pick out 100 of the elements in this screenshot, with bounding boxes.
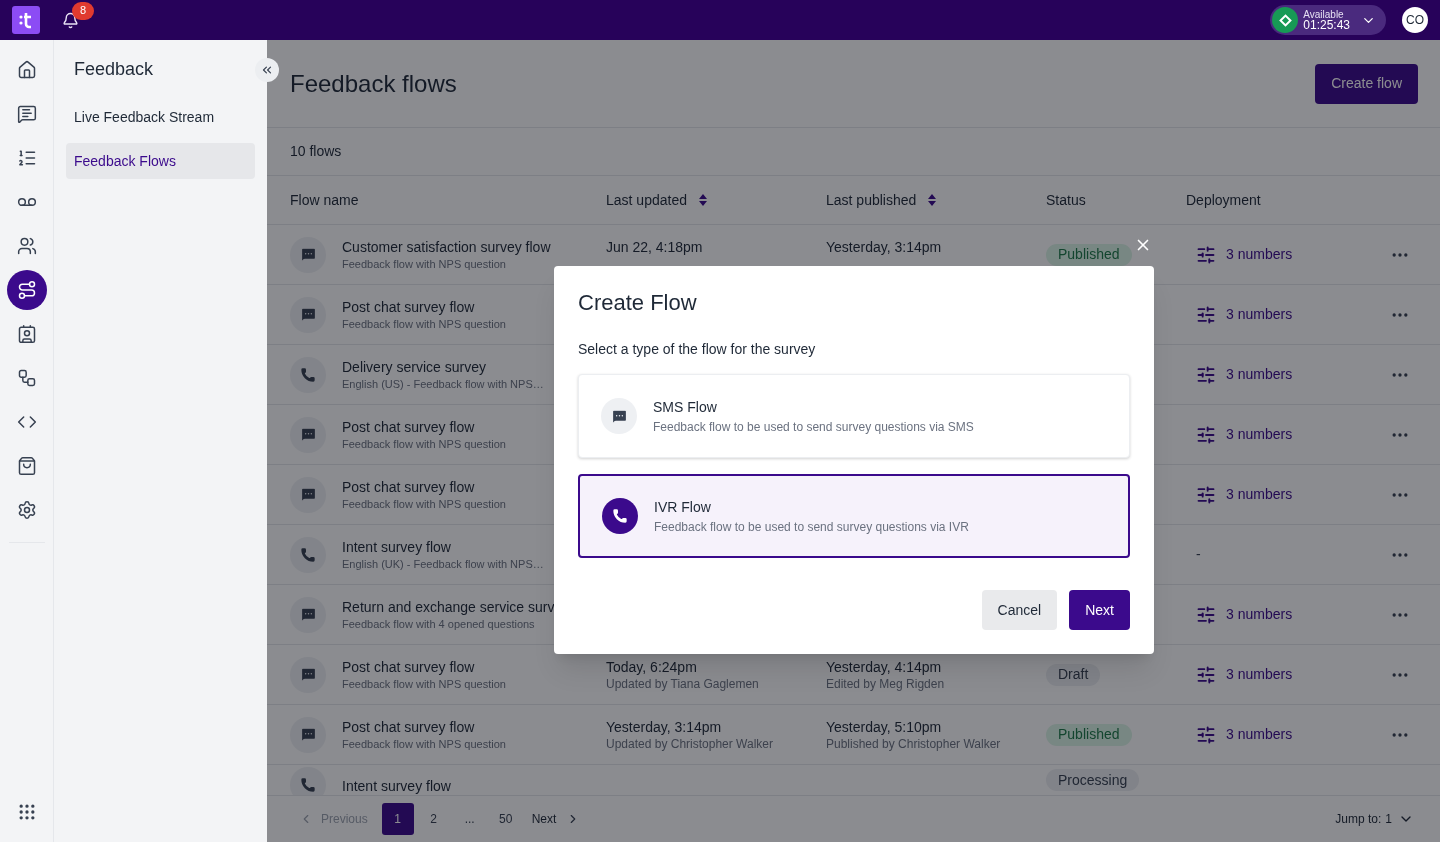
next-button[interactable]: Next xyxy=(1069,590,1130,630)
sliders-icon xyxy=(1196,664,1216,685)
deployment-link[interactable]: 3 numbers xyxy=(1226,304,1293,325)
chat-icon xyxy=(290,476,326,513)
column-header[interactable]: Last updated xyxy=(606,189,707,211)
nav-item[interactable]: Feedback Flows xyxy=(66,143,255,179)
section-title: Feedback xyxy=(73,58,155,81)
nav-item[interactable]: Live Feedback Stream xyxy=(66,99,255,135)
flow-description: Feedback flow with NPS question xyxy=(342,436,506,452)
chat-icon xyxy=(601,398,637,434)
sliders-icon xyxy=(1196,424,1216,445)
option-description: Feedback flow to be used to send survey questions via SMS xyxy=(653,418,974,436)
sliders-icon xyxy=(1196,304,1216,325)
date-time: Yesterday, 4:14pm xyxy=(826,658,943,676)
flow-count: 10 flows xyxy=(290,142,342,161)
presence-label: Available xyxy=(1303,9,1344,20)
chat-icon xyxy=(290,596,326,633)
phone-icon xyxy=(290,536,326,573)
collapse-icon xyxy=(260,63,274,77)
chat-icon xyxy=(290,236,326,273)
column-header: Status xyxy=(1046,190,1086,210)
edited-by: Published by Christopher Walker xyxy=(826,736,1002,752)
option-description: Feedback flow to be used to send survey questions via IVR xyxy=(654,518,969,536)
notification-bell-icon[interactable] xyxy=(62,11,79,29)
sliders-icon xyxy=(1196,724,1216,745)
edited-by: Edited by Meg Rigden xyxy=(826,676,946,692)
deployment-link[interactable]: 3 numbers xyxy=(1226,364,1293,385)
presence-timer: 01:25:43 xyxy=(1303,20,1350,31)
date-time: Yesterday, 3:14pm xyxy=(606,718,723,736)
flow-name[interactable]: Intent survey flow xyxy=(342,537,544,556)
flow-description: Feedback flow with NPS question xyxy=(342,736,506,752)
sort-icon[interactable] xyxy=(928,194,937,206)
collapse-button[interactable] xyxy=(255,58,279,82)
chat-icon xyxy=(290,296,326,333)
notification-count-badge: 8 xyxy=(72,1,94,20)
status-badge: Published xyxy=(1046,723,1132,746)
next-link[interactable]: Next xyxy=(531,810,557,828)
sliders-icon xyxy=(1196,604,1216,625)
status-badge: Published xyxy=(1046,243,1132,266)
flow-description: Feedback flow with NPS question xyxy=(342,316,506,332)
flow-name[interactable]: Customer satisfaction survey flow xyxy=(342,237,551,256)
column-header: Deployment xyxy=(1186,190,1261,210)
flow-name[interactable]: Post chat survey flow xyxy=(342,477,506,496)
deployment-link[interactable]: 3 numbers xyxy=(1226,604,1293,625)
flow-name[interactable]: Post chat survey flow xyxy=(342,717,506,736)
app-logo[interactable] xyxy=(12,6,40,34)
page-button[interactable]: 50 xyxy=(489,803,522,835)
flow-description: English (UK) - Feedback flow with NPS… xyxy=(342,556,544,572)
column-header: Flow name xyxy=(290,190,359,210)
column-header[interactable]: Last published xyxy=(826,189,937,211)
sliders-icon xyxy=(1196,484,1216,505)
flow-name[interactable]: Delivery service survey xyxy=(342,357,544,376)
flow-type-option[interactable]: SMS Flow Feedback flow to be used to send survey questions via SMS xyxy=(578,374,1130,458)
flow-description: Feedback flow with 4 opened questions xyxy=(342,616,536,632)
flow-name[interactable]: Post chat survey flow xyxy=(342,417,506,436)
flow-name[interactable]: Return and exchange service surv xyxy=(342,597,555,616)
flow-description: Feedback flow with NPS question xyxy=(342,676,506,692)
phone-icon xyxy=(290,356,326,393)
deployment-link[interactable]: 3 numbers xyxy=(1226,424,1293,445)
chat-icon xyxy=(290,416,326,453)
dialog-title: Create Flow xyxy=(578,289,698,317)
create-flow-button[interactable]: Create flow xyxy=(1315,63,1418,104)
flow-name[interactable]: Post chat survey flow xyxy=(342,297,506,316)
deployment-link[interactable]: 3 numbers xyxy=(1226,664,1293,685)
status-badge: Processing xyxy=(1046,769,1140,791)
sliders-icon xyxy=(1196,364,1216,385)
phone-icon xyxy=(602,498,638,534)
sort-icon[interactable] xyxy=(698,194,707,206)
page-title: Feedback flows xyxy=(290,68,457,99)
jump-to-label: Jump to: xyxy=(1335,811,1382,828)
flow-name[interactable]: Intent survey flow xyxy=(342,777,451,795)
page-button[interactable]: 2 xyxy=(417,803,450,835)
edited-by: Updated by Christopher Walker xyxy=(606,736,774,752)
deployment-link[interactable]: 3 numbers xyxy=(1226,484,1293,505)
route-icon[interactable] xyxy=(6,270,47,310)
flow-description: Feedback flow with NPS question xyxy=(342,256,507,272)
date-time: Jun 22, 4:18pm xyxy=(606,238,704,256)
date-time: Today, 6:24pm xyxy=(606,658,698,676)
available-status-icon xyxy=(1272,7,1299,33)
flow-name[interactable]: Post chat survey flow xyxy=(342,657,506,676)
deployment-link[interactable]: 3 numbers xyxy=(1226,724,1293,745)
deployment-link[interactable]: 3 numbers xyxy=(1226,244,1293,265)
page-button[interactable]: 1 xyxy=(381,803,414,835)
chat-icon xyxy=(290,656,326,693)
date-time: Yesterday, 3:14pm xyxy=(826,238,943,256)
date-time: Yesterday, 5:10pm xyxy=(826,718,943,736)
presence-status-button[interactable]: Available 01:25:43 xyxy=(1270,5,1386,35)
sliders-icon xyxy=(1196,244,1216,265)
edited-by: Updated by Tiana Gaglemen xyxy=(606,676,760,692)
flow-description: Feedback flow with NPS question xyxy=(342,496,506,512)
chat-icon xyxy=(290,716,326,753)
jump-to-dropdown[interactable]: 1 xyxy=(1385,810,1414,828)
flow-description: English (US) - Feedback flow with NPS… xyxy=(342,376,544,392)
dialog-prompt: Select a type of the flow for the survey xyxy=(578,340,817,359)
page-button[interactable]: ... xyxy=(453,803,486,835)
user-avatar[interactable]: CO xyxy=(1402,7,1428,33)
cancel-button[interactable]: Cancel xyxy=(981,590,1058,630)
flow-type-option[interactable]: IVR Flow Feedback flow to be used to send survey questions via IVR xyxy=(578,474,1130,558)
option-title: IVR Flow xyxy=(654,497,712,517)
status-badge: Draft xyxy=(1046,663,1101,686)
